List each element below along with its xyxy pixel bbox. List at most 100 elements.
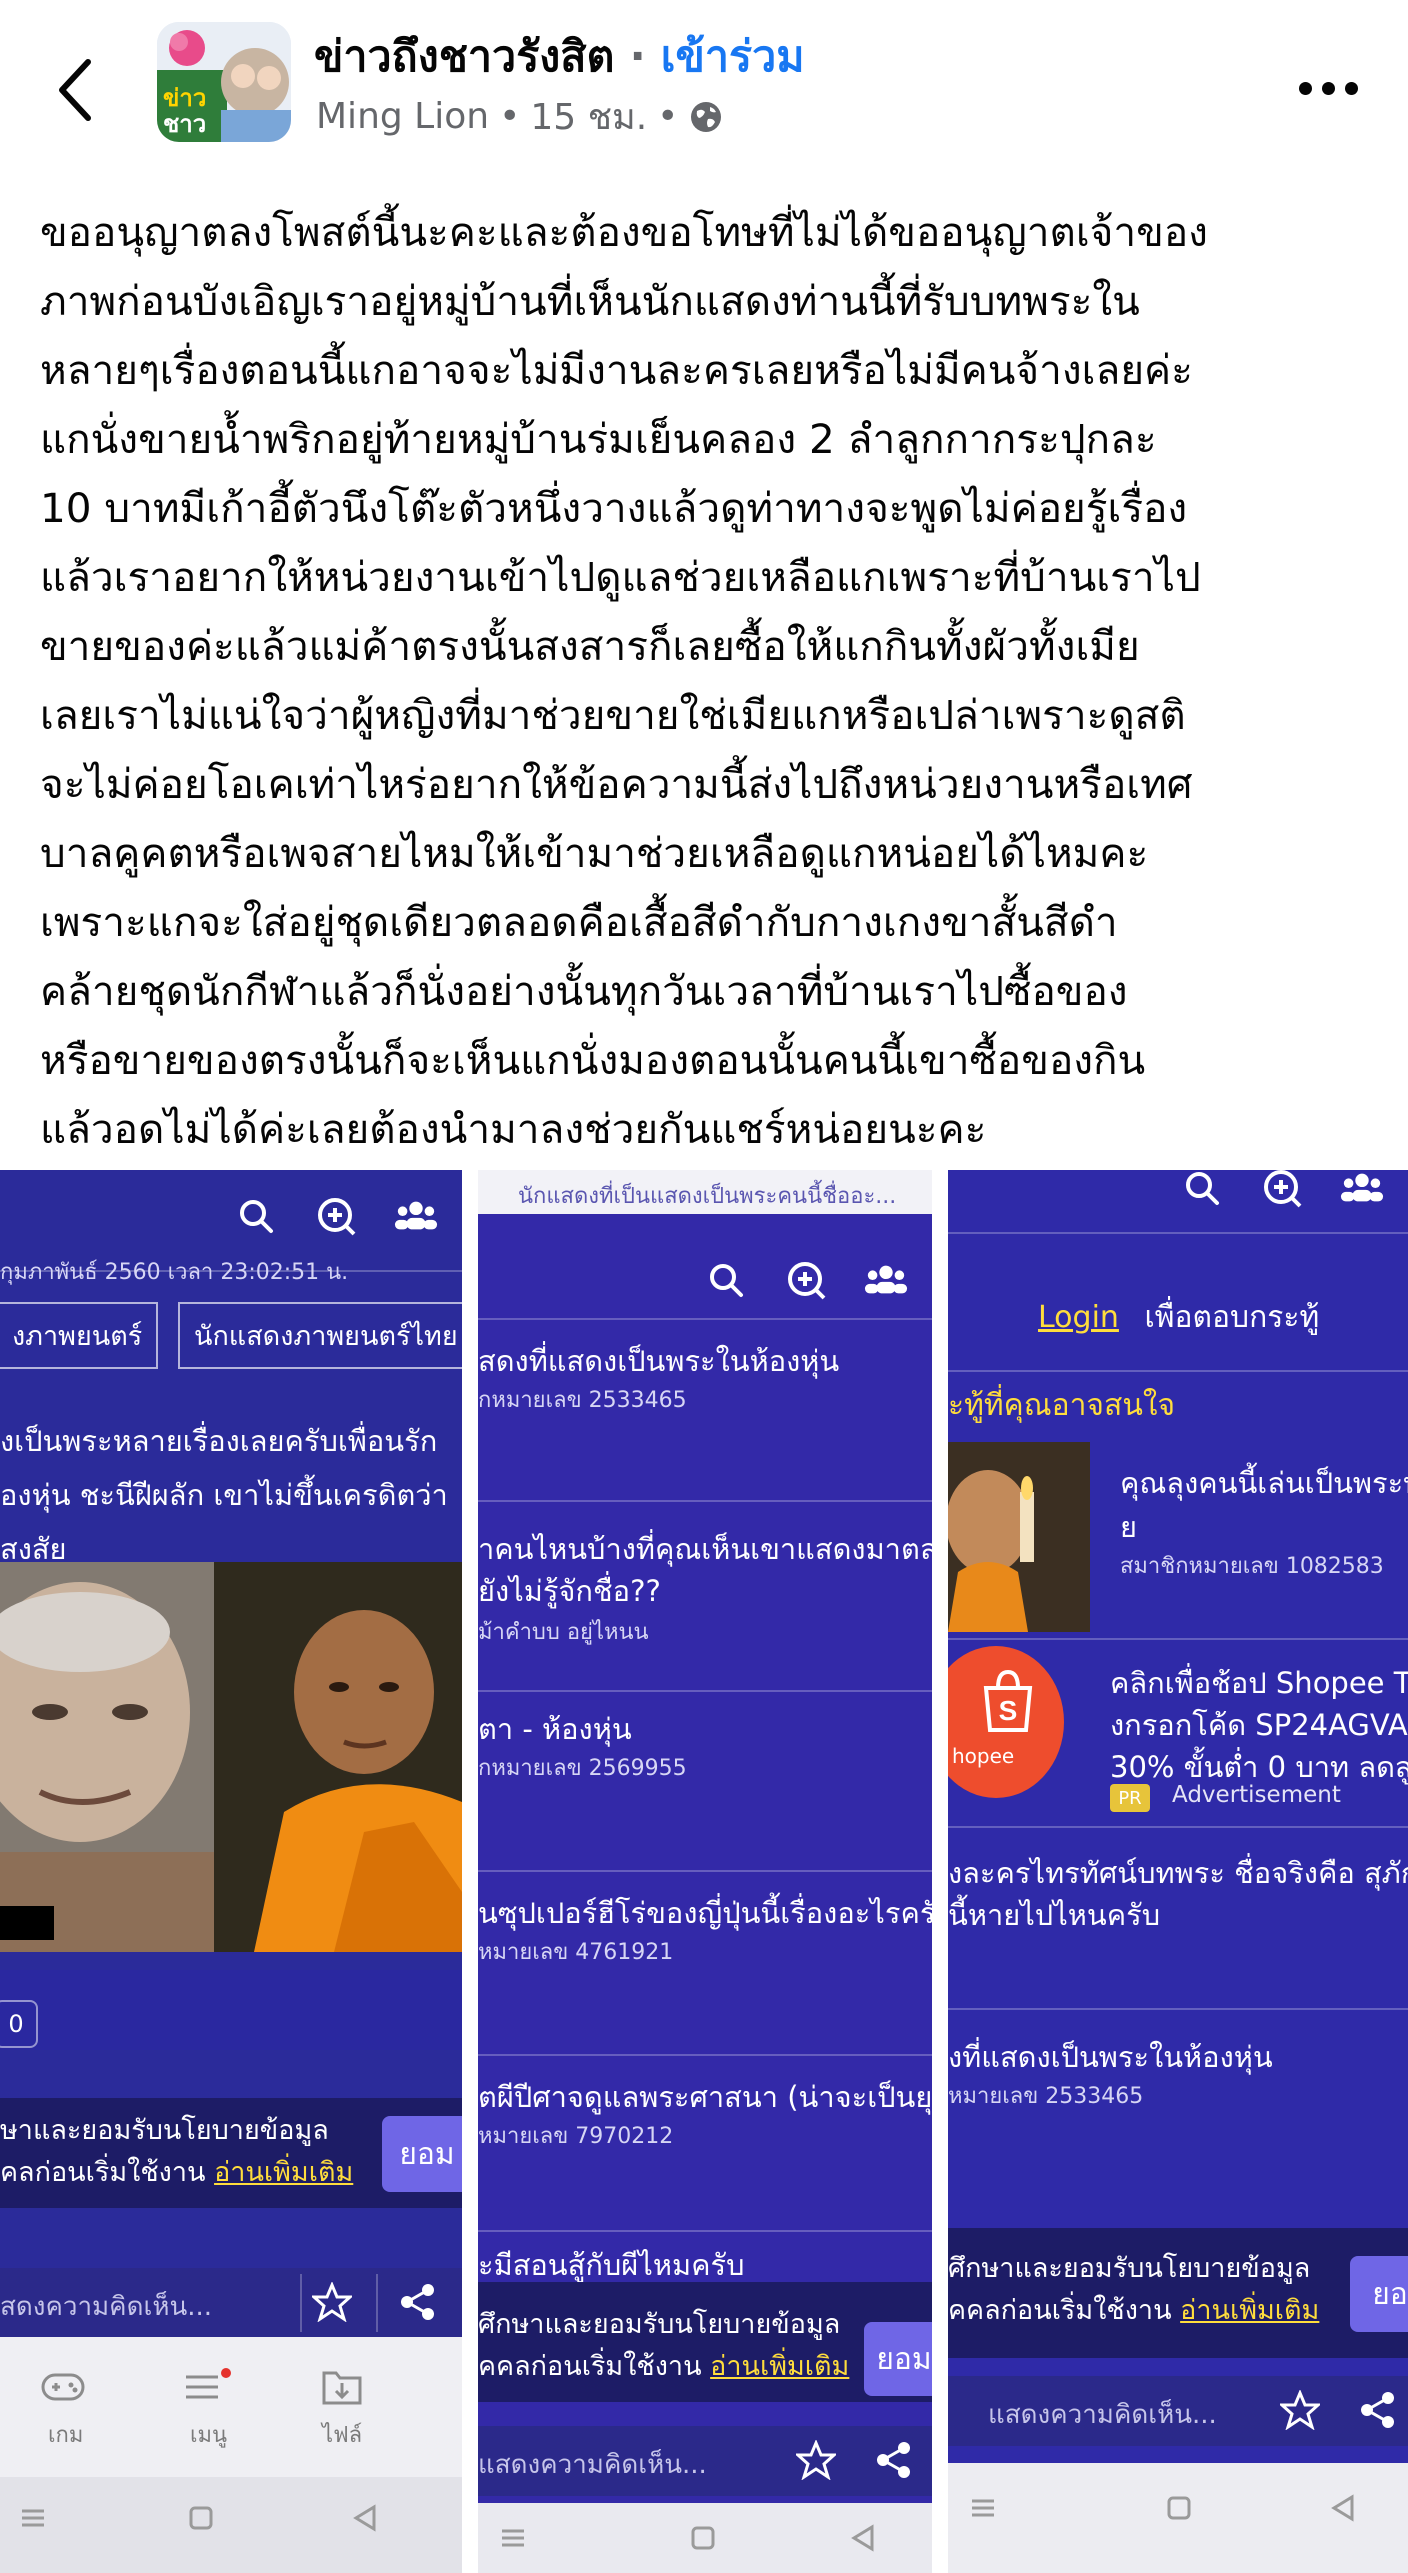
- photo-2[interactable]: นักแสดงที่เป็นแสดงเป็นพระคนนี้ชื่ออะ... …: [478, 1170, 932, 2573]
- divider: [948, 1370, 1408, 1372]
- shopee-logo[interactable]: S hopee: [948, 1646, 1064, 1798]
- related-title[interactable]: งละครไทรทัศน์บทพระ ชื่อจริงคือ สุภักดิ์ …: [948, 1850, 1408, 1896]
- share-icon[interactable]: [396, 2280, 440, 2324]
- topic-title[interactable]: ตผีปีศาจดูแลพระศาสนา (น่าจะเป็นยุคนี้): [478, 2074, 932, 2120]
- back-arrow-icon: [59, 59, 91, 121]
- separator: ·: [614, 32, 661, 82]
- page-title-bar: นักแสดงที่เป็นแสดงเป็นพระคนนี้ชื่ออะ...: [478, 1170, 932, 1214]
- home-icon[interactable]: [186, 2503, 216, 2533]
- members-icon[interactable]: [864, 1258, 908, 1302]
- share-icon[interactable]: [872, 2438, 916, 2482]
- post-line: จะไม่ค่อยโอเคเท่าไหร่อยากให้ข้อความนี้ส่…: [40, 760, 1193, 808]
- search-icon[interactable]: [704, 1258, 748, 1302]
- post-line: คล้ายชุดนักกีฬาแล้วก็นั่งอย่างนั้นทุกวัน…: [40, 967, 1128, 1015]
- menu-icon[interactable]: [182, 2367, 232, 2407]
- tag-film[interactable]: งภาพยนตร์: [0, 1302, 159, 1369]
- post-line: แกนั่งขายน้ำพริกอยู่ท้ายหมู่บ้านร่มเย็นค…: [40, 415, 1157, 463]
- comment-input[interactable]: แสดงความคิดเห็น...: [988, 2394, 1217, 2435]
- topic-title[interactable]: าคนไหนบ้างที่คุณเห็นเขาแสดงมาตลอด แ: [478, 1526, 932, 1572]
- back-nav-icon[interactable]: [848, 2523, 878, 2553]
- topic-title[interactable]: ตา - ห้องหุ่น: [478, 1706, 632, 1752]
- post-line: เพราะแกจะใส่อยู่ชุดเดียวตลอดคือเสื้อสีดำ…: [40, 898, 1118, 946]
- topic-meta: ม้าคำบบ อยู่ไหนน: [478, 1620, 649, 1645]
- gamepad-icon[interactable]: [40, 2367, 86, 2407]
- post-meta: Ming Lion • 15 ชม. •: [316, 88, 724, 145]
- back-nav-icon[interactable]: [1328, 2493, 1358, 2523]
- topic-meta: กหมายเลข 2569955: [478, 1756, 687, 1781]
- photo-gallery[interactable]: กุมภาพันธ์ 2560 เวลา 23:02:51 น. งภาพยนต…: [0, 1170, 1408, 2573]
- post-line: แล้วอดไม่ได้ค่ะเลยต้องนำมาลงช่วยกันแชร์ห…: [40, 1105, 987, 1153]
- ad-line-2[interactable]: งกรอกโค้ด SP24AGVA รับ: [1110, 1702, 1408, 1748]
- topic-title[interactable]: นซุปเปอร์ฮีโร่ของญี่ปุ่นนี้เรื่องอะไรครั…: [478, 1890, 932, 1936]
- avatar-image: ข่าว ชาว: [157, 22, 291, 142]
- topic-text-line: งเป็นพระหลายเรื่องเลยครับเพื่อนรัก: [0, 1424, 438, 1458]
- vote-count[interactable]: 0: [0, 2000, 38, 2048]
- photo-1[interactable]: กุมภาพันธ์ 2560 เวลา 23:02:51 น. งภาพยนต…: [0, 1170, 462, 2573]
- post-time[interactable]: 15 ชม.: [530, 88, 647, 145]
- globe-icon: [691, 101, 722, 132]
- search-icon[interactable]: [234, 1194, 278, 1238]
- divider: [376, 2274, 378, 2332]
- tag-thai-actor[interactable]: นักแสดงภาพยนตร์ไทย: [178, 1302, 462, 1369]
- avatar-text-bottom: ชาว: [163, 111, 206, 138]
- nav-game-label: เกม: [48, 2423, 84, 2448]
- file-icon[interactable]: [320, 2367, 364, 2407]
- back-nav-icon[interactable]: [350, 2503, 380, 2533]
- read-more-link[interactable]: อ่านเพิ่มเติม: [1180, 2295, 1319, 2326]
- monk-photo[interactable]: [214, 1562, 462, 1952]
- add-topic-icon[interactable]: [784, 1258, 828, 1302]
- read-more-link[interactable]: อ่านเพิ่มเติม: [214, 2157, 353, 2188]
- post-line: 10 บาทมีเก้าอี้ตัวนึงโต๊ะตัวหนึ่งวางแล้ว…: [40, 484, 1188, 532]
- svg-text:S: S: [999, 1695, 1018, 1726]
- related-thumbnail[interactable]: [948, 1442, 1090, 1632]
- read-more-link[interactable]: อ่านเพิ่มเติม: [710, 2351, 849, 2382]
- accept-button[interactable]: ยอม: [382, 2116, 462, 2192]
- cookie-text: ษาและยอมรับนโยบายข้อมูล: [0, 2115, 329, 2146]
- home-icon[interactable]: [1164, 2493, 1194, 2523]
- ad-line-1[interactable]: คลิกเพื่อช้อป Shopee TH 8: [1110, 1660, 1408, 1706]
- comment-input[interactable]: สดงความคิดเห็น...: [0, 2286, 212, 2327]
- add-topic-icon[interactable]: [1260, 1170, 1304, 1210]
- members-icon[interactable]: [1340, 1170, 1384, 1210]
- login-link[interactable]: Login: [1038, 1300, 1119, 1335]
- author-name[interactable]: Ming Lion: [316, 96, 489, 137]
- star-icon[interactable]: [1278, 2388, 1322, 2432]
- comment-bar: สดงความคิดเห็น...: [0, 2268, 462, 2338]
- home-icon[interactable]: [688, 2523, 718, 2553]
- cookie-text: ศึกษาและยอมรับนโยบายข้อมูล: [948, 2253, 1311, 2284]
- back-button[interactable]: [52, 52, 102, 128]
- join-button[interactable]: เข้าร่วม: [661, 32, 805, 82]
- cookie-banner: ศึกษาและยอมรับนโยบายข้อมูล คคลก่อนเริ่มใ…: [948, 2228, 1408, 2358]
- accept-button[interactable]: ยอ: [1350, 2256, 1408, 2332]
- search-icon[interactable]: [1180, 1170, 1224, 1210]
- photo-3[interactable]: Login เพื่อตอบกระทู้ ะทู้ที่คุณอาจสนใจ ค…: [948, 1170, 1408, 2573]
- more-dot: [1344, 81, 1358, 95]
- recents-icon[interactable]: [498, 2523, 528, 2553]
- accept-button[interactable]: ยอม: [864, 2322, 932, 2396]
- post-line: หรือขายของตรงนั้นก็จะเห็นแกนั่งมองตอนนั้…: [40, 1036, 1146, 1084]
- cookie-text-2: คลก่อนเริ่มใช้งาน อ่านเพิ่มเติม: [0, 2152, 353, 2194]
- recents-icon[interactable]: [968, 2493, 998, 2523]
- topic-title[interactable]: สดงที่แสดงเป็นพระในห้องหุ่น: [478, 1338, 839, 1384]
- reply-area: [0, 1970, 462, 2050]
- star-icon[interactable]: [794, 2438, 838, 2482]
- post-header: ข่าว ชาว ข่าวถึงชาวรังสิต · เข้าร่วม Min…: [0, 0, 1408, 180]
- recents-icon[interactable]: [18, 2503, 48, 2533]
- topic-meta: หมายเลข 7970212: [478, 2124, 674, 2149]
- old-actor-photo[interactable]: [0, 1562, 214, 1952]
- add-topic-icon[interactable]: [314, 1194, 358, 1238]
- members-icon[interactable]: [394, 1194, 438, 1238]
- related-title-2[interactable]: ย: [1120, 1504, 1137, 1550]
- comment-input[interactable]: แสดงความคิดเห็น...: [478, 2444, 707, 2485]
- related-title-2[interactable]: นี้หายไปไหนครับ: [948, 1892, 1160, 1938]
- more-options-button[interactable]: [1296, 68, 1360, 108]
- meta-dot: •: [499, 96, 521, 137]
- share-icon[interactable]: [1356, 2388, 1400, 2432]
- star-icon[interactable]: [310, 2280, 354, 2324]
- group-avatar[interactable]: ข่าว ชาว: [157, 22, 291, 142]
- topic-title-2[interactable]: ยังไม่รู้จักชื่อ??: [478, 1568, 661, 1614]
- related-title[interactable]: คุณลุงคนนี้เล่นเป็นพระทุก: [1120, 1460, 1408, 1506]
- group-name[interactable]: ข่าวถึงชาวรังสิต: [314, 32, 614, 82]
- divider: [478, 1690, 932, 1692]
- related-title[interactable]: งที่แสดงเป็นพระในห้องหุ่น: [948, 2034, 1273, 2080]
